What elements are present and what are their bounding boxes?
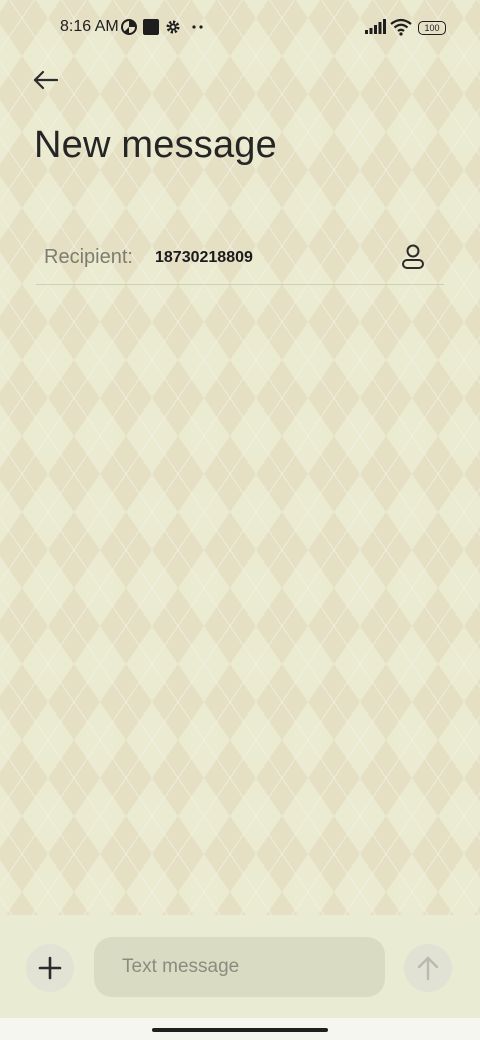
message-input[interactable]: Text message [94, 937, 385, 997]
add-attachment-button[interactable] [26, 944, 74, 992]
data-saver-icon [121, 19, 137, 35]
battery-level: 100 [424, 23, 440, 33]
arrow-left-icon [33, 70, 59, 90]
status-time: 8:16 AM [60, 18, 119, 35]
recipient-label: Recipient: [44, 246, 133, 268]
status-bar: 8:16 AM 100 [0, 0, 480, 56]
arrow-up-icon [417, 956, 439, 981]
recipient-number[interactable]: 18730218809 [155, 249, 253, 267]
signal-icon [365, 19, 386, 34]
recipient-row[interactable]: Recipient: 18730218809 [36, 232, 444, 285]
page-title: New message [34, 124, 277, 166]
more-dots-icon [192, 25, 203, 29]
square-notification-icon [143, 19, 159, 35]
send-button[interactable] [404, 944, 452, 992]
plus-icon [38, 956, 62, 980]
back-button[interactable] [28, 64, 64, 100]
battery-icon: 100 [418, 21, 446, 35]
home-indicator[interactable] [152, 1028, 328, 1032]
settings-gear-icon [166, 20, 180, 34]
person-icon [402, 244, 424, 269]
contact-picker-button[interactable] [398, 242, 428, 272]
wifi-icon [390, 18, 412, 36]
